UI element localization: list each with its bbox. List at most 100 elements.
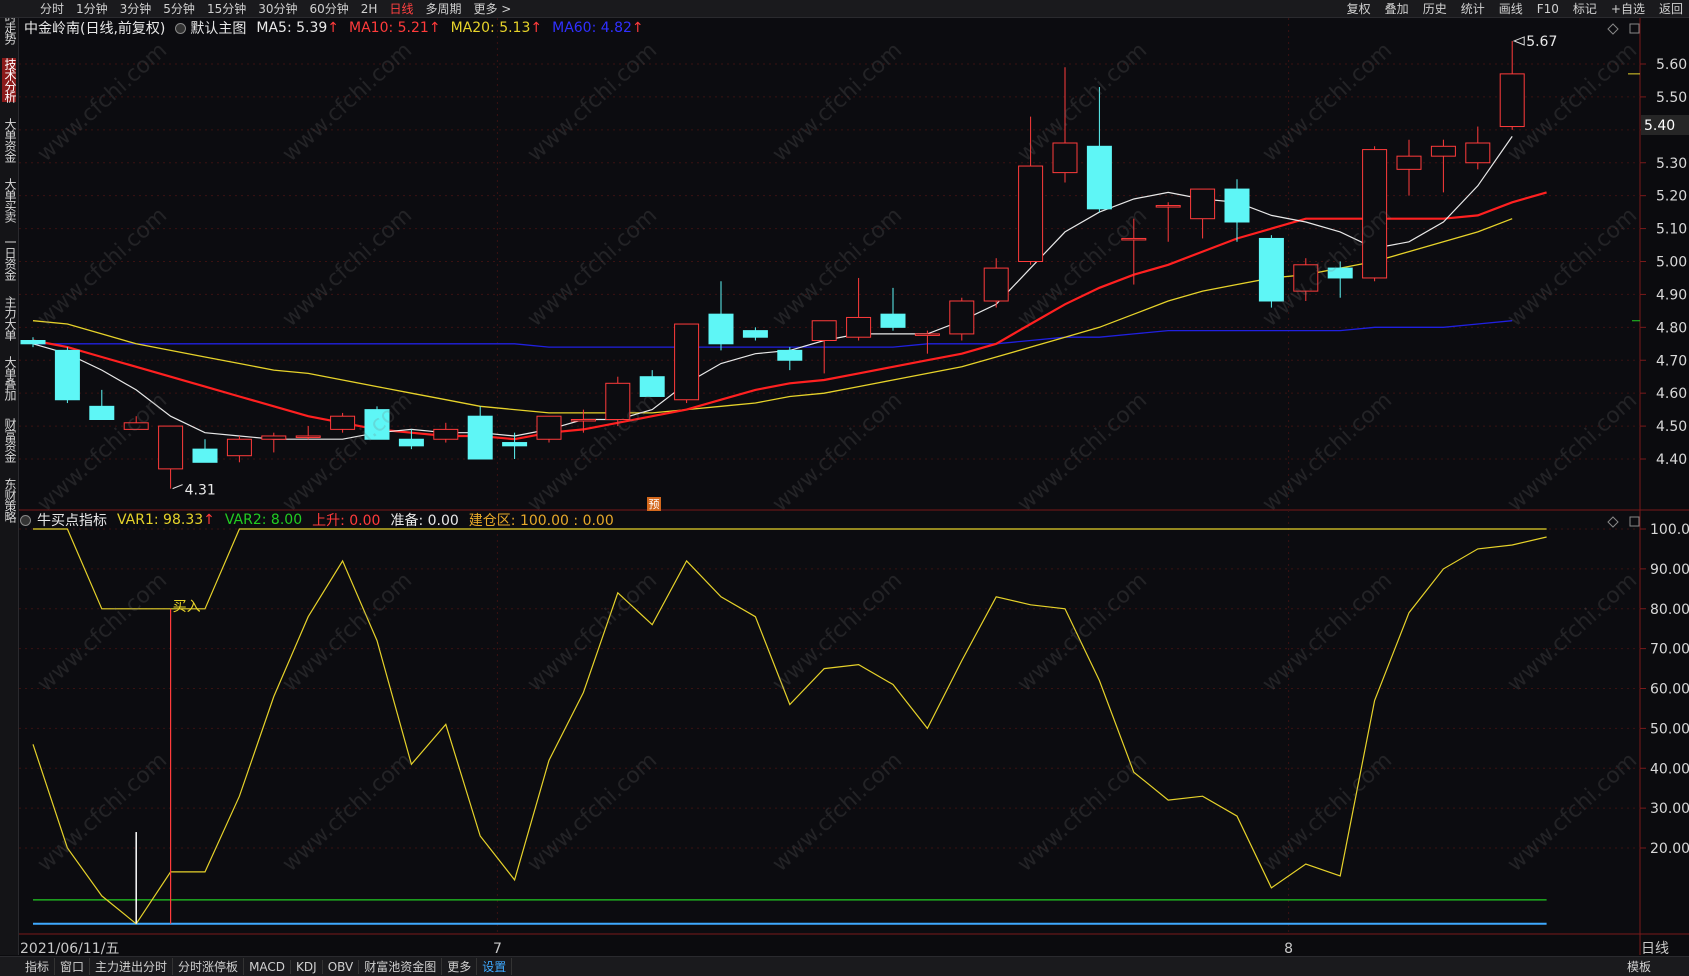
bottom-toolbar: 指标 窗口 主力进出分时 分时涨停板 MACD KDJ OBV 财富池资金图 更多 设置 模板 (0, 956, 1689, 976)
candle-body-up (605, 382, 631, 420)
candle-body-up (1362, 149, 1388, 279)
var1-value: VAR1: 98.33 (117, 512, 204, 528)
tab-indicator-3[interactable]: 分时涨停板 (173, 958, 245, 975)
start-date-label: 2021/06/11/五 (20, 941, 120, 957)
main-chart-header: 中金岭南(日线,前复权) 默认主图 MA5: 5.39 ↑ MA10: 5.21… (24, 18, 644, 38)
candle-body-up (949, 300, 975, 335)
tab-indicator-1[interactable]: 窗口 (55, 958, 91, 975)
candle-body-up (1190, 188, 1216, 220)
candle-body-up (536, 415, 562, 440)
price-tick-label: 4.40 (1656, 452, 1687, 468)
ma60-value: MA60: 4.82 (552, 20, 632, 36)
candle-body-up (1430, 145, 1456, 157)
price-tick-label: 5.20 (1656, 189, 1687, 205)
price-tick-label: 5.30 (1656, 156, 1687, 172)
candle-body-up (1121, 237, 1147, 241)
price-tick-label: 4.50 (1656, 419, 1687, 435)
candle-body-down (1327, 267, 1353, 279)
candle-body-up (914, 333, 940, 336)
candle-body-up (674, 323, 700, 401)
candle-body-down (502, 442, 528, 447)
ma20-arrow: ↑ (530, 20, 543, 36)
candle-body-up (433, 428, 459, 440)
tab-indicator-4[interactable]: MACD (244, 959, 292, 974)
var2-value: VAR2: 8.00 (224, 512, 303, 528)
indicator-tick-label: 50.00 (1650, 721, 1689, 737)
price-tick-label: 4.90 (1656, 287, 1687, 303)
indicator-name[interactable]: 牛买点指标 (37, 510, 107, 530)
candle-body-up (226, 438, 252, 457)
tab-indicator-9[interactable]: 设置 (477, 958, 513, 975)
candle-body-down (1224, 188, 1250, 223)
candle-body-down (20, 340, 46, 345)
indicator-tick-label: 100.0 (1650, 522, 1689, 538)
tab-indicator-8[interactable]: 更多 (442, 958, 478, 975)
current-price-label: 5.40 (1644, 118, 1675, 134)
price-tick-label: 5.00 (1656, 255, 1687, 271)
indicator-tick-label: 70.00 (1650, 642, 1689, 658)
ma60-arrow: ↑ (631, 20, 644, 36)
indicator-settings-dot-icon[interactable] (20, 514, 31, 526)
tab-indicator-7[interactable]: 财富池资金图 (359, 958, 443, 975)
tab-indicator-0[interactable]: 指标 (20, 958, 56, 975)
settings-dot-icon[interactable] (175, 22, 187, 34)
build-value: 建仓区: 100.00 : 0.00 (468, 513, 614, 529)
price-tick-label: 4.80 (1656, 320, 1687, 336)
candle-body-down (398, 438, 424, 447)
ma5-arrow: ↑ (327, 20, 340, 36)
up-value: 上升: 0.00 (312, 513, 381, 529)
template-name[interactable]: 默认主图 (190, 18, 246, 38)
candle-body-down (1258, 237, 1284, 302)
candle-body-up (1499, 73, 1525, 128)
candle-body-down (708, 313, 734, 345)
ma5-value: MA5: 5.39 (256, 20, 328, 36)
candle-body-up (983, 267, 1009, 302)
candle-body-up (846, 316, 872, 338)
candle-body-down (89, 405, 115, 421)
stock-title: 中金岭南(日线,前复权) (24, 21, 166, 37)
indicator-tabs: 指标 窗口 主力进出分时 分时涨停板 MACD KDJ OBV 财富池资金图 更多 设置 (20, 957, 513, 976)
candle-body-up (1155, 205, 1181, 208)
indicator-tick-label: 40.00 (1650, 761, 1689, 777)
candle-body-down (54, 349, 80, 401)
tab-indicator-5[interactable]: KDJ (291, 959, 323, 974)
candle-body-up (570, 419, 596, 422)
price-panel-bg (19, 18, 1640, 509)
candle-body-up (1052, 142, 1078, 174)
candle-body-up (295, 435, 321, 438)
prep-value: 准备: 0.00 (390, 513, 459, 529)
indicator-tick-label: 80.00 (1650, 602, 1689, 618)
chart-canvas[interactable]: 5.60 5.50 5.40 5.30 5.20 5.10 5.00 4.90 4.80 4.70… (0, 0, 1689, 955)
candle-body-down (467, 415, 493, 460)
candle-body-down (364, 409, 390, 440)
ma20-value: MA20: 5.13 (450, 20, 531, 36)
indicator-tick-label: 30.00 (1650, 801, 1689, 817)
candle-body-up (158, 425, 184, 470)
candle-body-up (1465, 142, 1491, 164)
tab-indicator-6[interactable]: OBV (323, 959, 360, 974)
price-tick-label: 5.60 (1656, 57, 1687, 73)
period-label[interactable]: 日线 (1641, 938, 1669, 958)
candle-body-up (1018, 165, 1044, 263)
pred-tag: 预 (649, 498, 660, 511)
candle-body-down (639, 376, 665, 397)
indicator-tick-label: 60.00 (1650, 682, 1689, 698)
candle-body-up (261, 435, 287, 440)
high-price-label: 5.67 (1526, 34, 1557, 50)
indicator-tick-label: 20.00 (1650, 841, 1689, 857)
month-label-7: 7 (493, 941, 502, 955)
var1-arrow: ↑ (203, 512, 215, 528)
price-tick-label: 5.10 (1656, 222, 1687, 238)
candle-body-up (1293, 264, 1319, 292)
candle-body-up (330, 415, 356, 430)
tab-indicator-2[interactable]: 主力进出分时 (90, 958, 174, 975)
indicator-panel-bg (19, 511, 1640, 934)
template-button[interactable]: 模板 (1627, 957, 1651, 976)
indicator-header: 牛买点指标 VAR1: 98.33 ↑ VAR2: 8.00 上升: 0.00 … (20, 510, 614, 530)
ma10-value: MA10: 5.21 (349, 20, 429, 36)
price-tick-label: 5.50 (1656, 90, 1687, 106)
price-tick-label: 4.60 (1656, 386, 1687, 402)
candle-body-up (811, 320, 837, 341)
month-label-8: 8 (1284, 941, 1293, 955)
candle-body-down (742, 330, 768, 338)
